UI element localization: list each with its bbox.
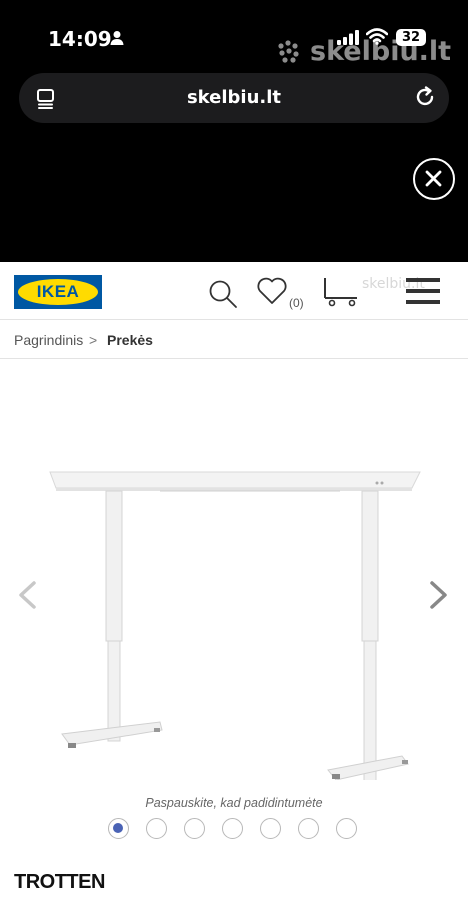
gallery-dot[interactable] xyxy=(222,818,243,839)
web-page: IKEA (0) skelbiu.lt Pagrindinis > Prekės xyxy=(0,262,468,900)
gallery-pagination xyxy=(108,818,357,839)
status-bar: 14:09 32 skelbiu.lt xyxy=(0,0,468,70)
product-title: TROTTEN xyxy=(14,871,105,893)
address-bar[interactable]: skelbiu.lt xyxy=(19,73,449,123)
close-icon xyxy=(425,170,442,187)
wishlist-count: (0) xyxy=(289,296,304,310)
breadcrumb-home-link[interactable]: Pagrindinis xyxy=(14,332,83,348)
logo-text: IKEA xyxy=(36,282,80,301)
next-image-arrow-icon[interactable] xyxy=(428,580,450,615)
previous-image-arrow-icon[interactable] xyxy=(16,580,38,615)
ikea-logo[interactable]: IKEA xyxy=(14,275,102,309)
gallery-dot[interactable] xyxy=(260,818,281,839)
reload-icon[interactable] xyxy=(413,85,437,114)
close-ad-button[interactable] xyxy=(413,158,455,200)
watermark-text: skelbiu.lt xyxy=(310,36,452,67)
breadcrumb-current[interactable]: Prekės xyxy=(107,332,153,348)
cart-icon[interactable] xyxy=(322,276,360,313)
gallery-dot[interactable] xyxy=(184,818,205,839)
watermark-logo-icon xyxy=(278,39,299,63)
clock: 14:09 xyxy=(48,27,112,51)
heart-icon[interactable] xyxy=(256,277,288,310)
search-icon[interactable] xyxy=(207,278,239,315)
product-gallery[interactable]: Paspauskite, kad padidintumėte xyxy=(0,360,468,860)
gallery-dot[interactable] xyxy=(336,818,357,839)
menu-icon[interactable] xyxy=(406,277,440,310)
gallery-dot[interactable] xyxy=(298,818,319,839)
breadcrumb: Pagrindinis > Prekės xyxy=(0,321,468,359)
zoom-hint: Paspauskite, kad padidintumėte xyxy=(145,796,323,810)
gallery-dot[interactable] xyxy=(146,818,167,839)
url-text[interactable]: skelbiu.lt xyxy=(19,87,449,108)
person-icon xyxy=(110,30,124,51)
product-image[interactable] xyxy=(40,400,430,780)
site-header: IKEA (0) skelbiu.lt xyxy=(0,262,468,320)
breadcrumb-separator: > xyxy=(89,332,98,348)
gallery-dot[interactable] xyxy=(108,818,129,839)
watermark: skelbiu.lt xyxy=(276,36,451,67)
